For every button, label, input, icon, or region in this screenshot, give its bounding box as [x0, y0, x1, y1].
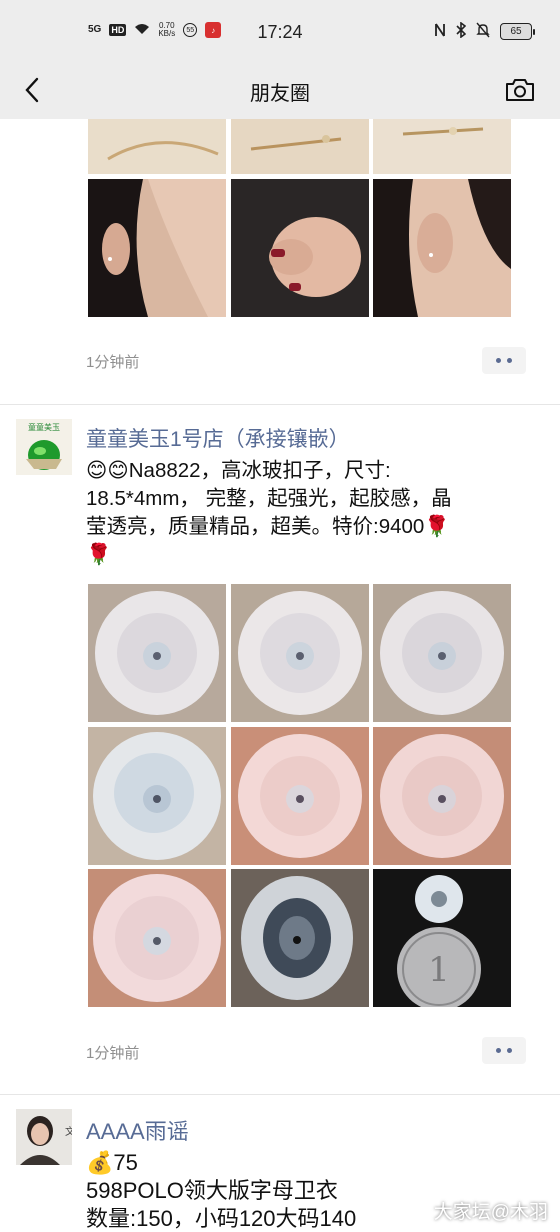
post-image[interactable]	[231, 869, 369, 1007]
post-text-line: 莹透亮，质量精品，超美。特价:9400🌹	[86, 515, 450, 538]
back-button[interactable]	[14, 72, 50, 108]
post-text-line: 😊😊Na8822，高冰玻扣子，尺寸:	[86, 459, 391, 482]
mute-icon	[476, 22, 490, 41]
more-button[interactable]	[482, 1037, 526, 1064]
post-divider	[0, 1094, 560, 1095]
post-author-name[interactable]: AAAA雨谣	[86, 1114, 189, 1146]
post-timestamp: 1分钟前	[86, 1045, 140, 1062]
post-image[interactable]: 1	[373, 869, 511, 1007]
hd-badge: HD	[109, 24, 127, 36]
post-image[interactable]	[373, 119, 511, 174]
network-speed: 0.70 KB/s	[158, 22, 175, 38]
nfc-icon	[434, 22, 446, 41]
signal-indicator: 5G	[88, 24, 102, 35]
watermark: 大家坛@木羽	[433, 1202, 548, 1223]
post-image[interactable]	[231, 727, 369, 865]
post-image[interactable]	[231, 119, 369, 174]
more-button[interactable]	[482, 347, 526, 374]
avatar-logo-text: 童童美玉	[28, 422, 60, 432]
more-dots-icon	[496, 1048, 501, 1053]
post-text-line: 18.5*4mm， 完整，起强光，起胶感，晶	[86, 487, 452, 510]
post-image[interactable]	[88, 179, 226, 317]
post-image[interactable]	[88, 119, 226, 174]
network-speed-unit: KB/s	[158, 29, 176, 38]
status-right-icons: 65	[434, 21, 535, 41]
more-dots-icon	[507, 358, 512, 363]
svg-text:文: 文	[65, 1125, 72, 1138]
post-image[interactable]	[88, 584, 226, 722]
page-title: 朋友圈	[250, 83, 310, 105]
avatar[interactable]: 文	[16, 1109, 72, 1165]
battery-icon: 65	[500, 23, 535, 40]
post-timestamp: 1分钟前	[86, 354, 140, 371]
post-image[interactable]	[88, 727, 226, 865]
moments-feed[interactable]: 1分钟前 童童美玉 童童美玉1号店（承接镶嵌） 😊😊Na8822，高冰玻扣子，尺…	[0, 119, 560, 1232]
post-text-line: 🌹	[86, 543, 112, 566]
bluetooth-icon	[456, 21, 467, 41]
camera-button[interactable]	[500, 72, 540, 108]
post-image[interactable]	[231, 584, 369, 722]
more-dots-icon	[507, 1048, 512, 1053]
avatar[interactable]: 童童美玉	[16, 419, 72, 475]
post-image[interactable]	[373, 179, 511, 317]
post-text: 😊😊Na8822，高冰玻扣子，尺寸: 18.5*4mm， 完整，起强光，起胶感，…	[86, 457, 518, 569]
nav-bar: 朋友圈	[0, 64, 560, 119]
post-image[interactable]	[88, 869, 226, 1007]
post-author-name[interactable]: 童童美玉1号店（承接镶嵌）	[86, 423, 350, 453]
post-image[interactable]	[373, 727, 511, 865]
wifi-icon	[134, 23, 150, 38]
more-dots-icon	[496, 358, 501, 363]
post-text-line: 💰75	[86, 1150, 138, 1175]
svg-text:1: 1	[428, 950, 450, 990]
notification-badge: 55	[183, 23, 198, 37]
post-image[interactable]	[231, 179, 369, 317]
status-bar: 5G HD 0.70 KB/s 55 ♪ 17:24 65	[0, 0, 560, 64]
post-divider	[0, 404, 560, 405]
camera-icon	[506, 79, 534, 101]
chevron-left-icon	[25, 77, 39, 103]
status-left-icons: 5G HD 0.70 KB/s 55 ♪	[88, 22, 222, 38]
post-image[interactable]	[373, 584, 511, 722]
app-notification-icon: ♪	[205, 22, 222, 38]
